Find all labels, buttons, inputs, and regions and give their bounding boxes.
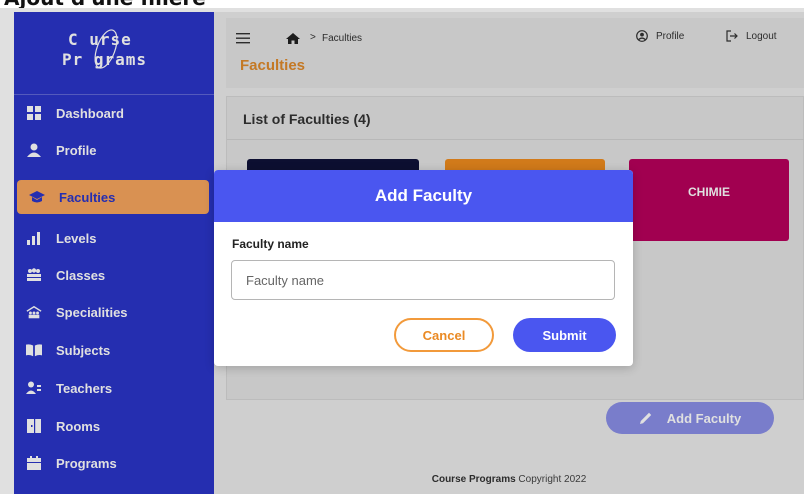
faculty-name-label: Faculty name — [232, 237, 309, 251]
submit-button[interactable]: Submit — [513, 318, 616, 352]
page-heading: Ajout d'une filière — [0, 0, 804, 8]
faculty-name-input[interactable] — [231, 260, 615, 300]
cancel-button[interactable]: Cancel — [394, 318, 494, 352]
add-faculty-dialog: Add Faculty Faculty name Cancel Submit — [214, 170, 633, 366]
dialog-title: Add Faculty — [214, 170, 633, 222]
